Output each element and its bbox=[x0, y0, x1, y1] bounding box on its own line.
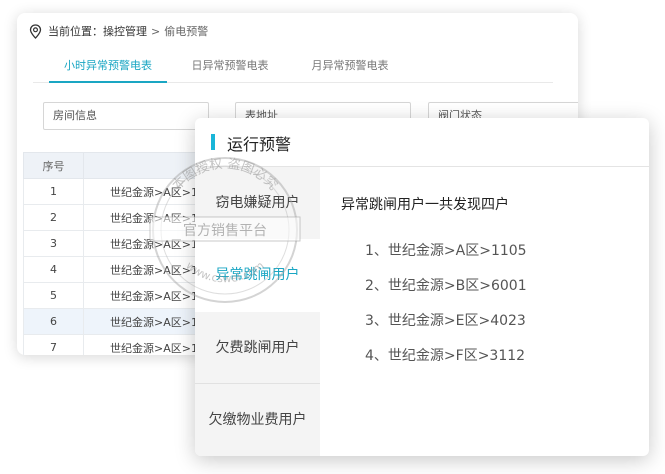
breadcrumb-parent[interactable]: 操控管理 bbox=[103, 23, 147, 39]
breadcrumb: 当前位置： 操控管理 > 偷电预警 bbox=[29, 22, 208, 40]
tab-monthly-alarm[interactable]: 月异常预警电表 bbox=[305, 53, 395, 83]
alarm-record: 3、世纪金源>E区>4023 bbox=[365, 313, 526, 329]
tab-hourly-alarm[interactable]: 小时异常预警电表 bbox=[49, 53, 167, 83]
row-index: 2 bbox=[23, 204, 84, 231]
modal-title: 运行预警 bbox=[227, 135, 292, 154]
menu-item-theft-suspect[interactable]: 窃电嫌疑用户 bbox=[195, 167, 320, 239]
alarm-record: 1、世纪金源>A区>1105 bbox=[365, 243, 527, 259]
row-index: 6 bbox=[23, 308, 84, 335]
row-index: 7 bbox=[23, 334, 84, 355]
row-index: 3 bbox=[23, 230, 84, 257]
alarm-record: 2、世纪金源>B区>6001 bbox=[365, 278, 527, 294]
breadcrumb-label: 当前位置： bbox=[48, 25, 103, 38]
title-accent-bar bbox=[211, 134, 215, 150]
location-pin-icon bbox=[29, 23, 42, 39]
row-index: 5 bbox=[23, 282, 84, 309]
alarm-category-menu: 窃电嫌疑用户 异常跳闸用户 欠费跳闸用户 欠缴物业费用户 bbox=[195, 167, 320, 456]
content-heading: 异常跳闸用户一共发现四户 bbox=[341, 197, 509, 213]
menu-item-abnormal-trip[interactable]: 异常跳闸用户 bbox=[195, 239, 320, 312]
tab-bar: 小时异常预警电表 日异常预警电表 月异常预警电表 bbox=[33, 53, 553, 83]
tab-daily-alarm[interactable]: 日异常预警电表 bbox=[185, 53, 275, 83]
column-header-index: 序号 bbox=[23, 152, 84, 179]
row-index: 1 bbox=[23, 178, 84, 205]
modal-header: 运行预警 bbox=[195, 118, 649, 167]
breadcrumb-separator: > bbox=[151, 24, 161, 38]
row-index: 4 bbox=[23, 256, 84, 283]
breadcrumb-current: 偷电预警 bbox=[164, 25, 209, 38]
room-info-input[interactable]: 房间信息 bbox=[43, 102, 209, 130]
alarm-record: 4、世纪金源>F区>3112 bbox=[365, 348, 526, 364]
menu-item-arrears-trip[interactable]: 欠费跳闸用户 bbox=[195, 312, 320, 384]
menu-item-unpaid-property-fee[interactable]: 欠缴物业费用户 bbox=[195, 384, 320, 456]
alarm-modal: 运行预警 窃电嫌疑用户 异常跳闸用户 欠费跳闸用户 欠缴物业费用户 异常跳闸用户… bbox=[195, 118, 649, 456]
